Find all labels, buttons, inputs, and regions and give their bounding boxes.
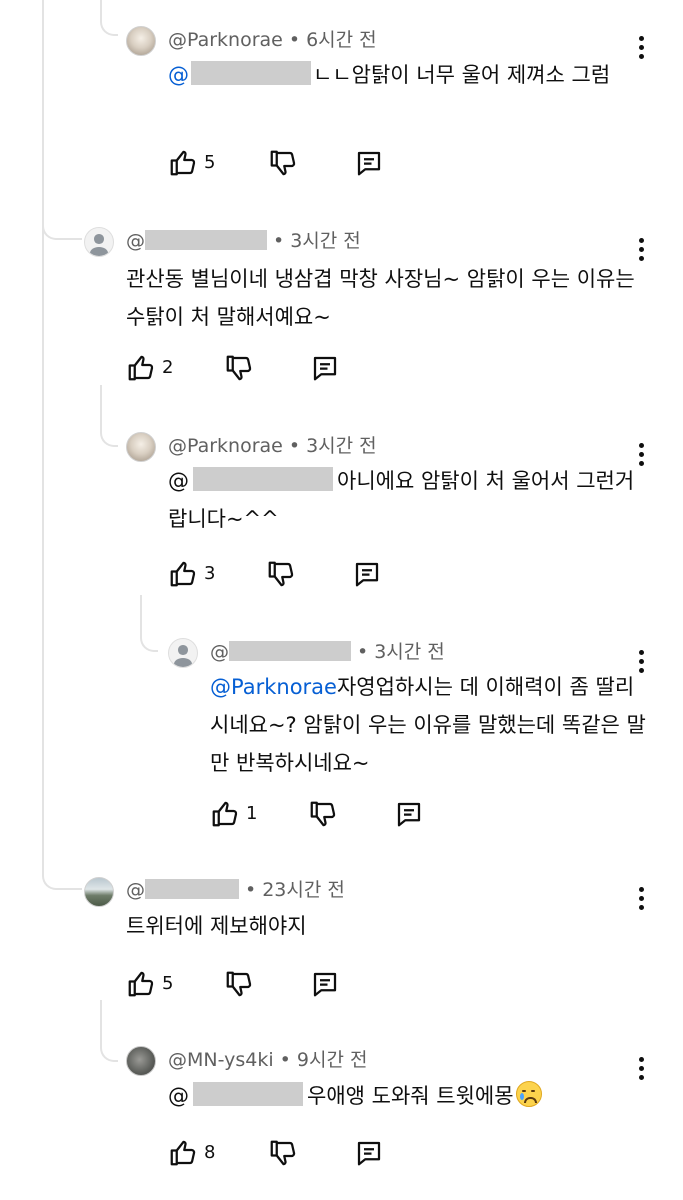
comment-text: @Parknorae자영업하시는 데 이해력이 좀 딸리시네요~? 암탉이 우는… [210,668,650,782]
like-count: 5 [204,152,216,173]
like-icon[interactable] [210,799,240,829]
author-handle[interactable]: @ [126,879,145,901]
comment-text: @ 우애앵 도와줘 트윗에몽 [168,1077,638,1115]
mention-link[interactable]: @ [168,469,189,493]
avatar[interactable] [126,26,156,56]
like-icon[interactable] [126,969,156,999]
thread-curve [100,1000,118,1062]
dislike-icon[interactable] [268,148,298,178]
dislike-icon[interactable] [266,559,296,589]
comment-meta: @ • 23시간 전 [126,878,345,902]
timestamp: 9시간 전 [296,1049,368,1071]
comment-body: ㄴㄴ암탉이 너무 울어 제껴소 그럼 [313,63,611,87]
reply-icon[interactable] [310,353,340,383]
mention-link[interactable]: @ [168,1084,189,1108]
meta-separator: • [357,641,369,663]
crying-face-emoji [515,1081,542,1107]
thread-curve [140,595,158,652]
more-vert-icon[interactable] [638,238,644,262]
meta-separator: • [288,435,301,457]
thread-curve [42,860,82,890]
like-count: 3 [204,563,216,584]
thread-curve [100,385,118,447]
author-handle[interactable]: @ [210,641,229,663]
comment-text: @ 아니에요 암탉이 처 울어서 그런거랍니다~^^ [168,462,638,538]
reply-icon[interactable] [354,148,384,178]
dislike-icon[interactable] [224,353,254,383]
reply-icon[interactable] [394,799,424,829]
timestamp: 3시간 전 [306,435,377,457]
comment-text: 트위터에 제보해야지 [126,907,646,945]
reply-icon[interactable] [310,969,340,999]
dislike-icon[interactable] [268,1138,298,1168]
avatar[interactable] [126,1046,156,1076]
comment-meta: @MN-ys4ki • 9시간 전 [168,1048,367,1072]
avatar[interactable] [126,432,156,462]
more-vert-icon[interactable] [638,443,644,467]
comment-actions: 3 [168,559,408,589]
author-handle[interactable]: @ [126,230,145,252]
comment-body: 관산동 별님이네 냉삼겹 막창 사장님~ 암탉이 우는 이유는 수탉이 처 말해… [126,267,635,329]
comment-actions: 2 [126,353,366,383]
comment-body: 트위터에 제보해야지 [126,914,307,938]
comment-actions: 5 [168,148,408,178]
timestamp: 3시간 전 [374,641,445,663]
timestamp: 6시간 전 [306,29,377,51]
reply-icon[interactable] [352,559,382,589]
thread-line-main [42,0,44,870]
comment-meta: @Parknorae • 3시간 전 [168,434,377,458]
comment-text: @ ㄴㄴ암탉이 너무 울어 제껴소 그럼 [168,56,638,94]
like-icon[interactable] [168,559,198,589]
meta-separator: • [288,29,301,51]
mention-link[interactable]: @ [168,63,189,87]
like-count: 5 [162,973,174,994]
timestamp: 23시간 전 [262,879,345,901]
like-count: 1 [246,803,258,824]
reply-icon[interactable] [354,1138,384,1168]
redacted-username [193,1082,303,1106]
like-icon[interactable] [126,353,156,383]
like-count: 2 [162,357,174,378]
comment-meta: @ • 3시간 전 [210,640,445,664]
timestamp: 3시간 전 [290,230,361,252]
dislike-icon[interactable] [224,969,254,999]
meta-separator: • [273,230,285,252]
meta-separator: • [279,1049,291,1071]
author-handle[interactable]: @Parknorae [168,435,283,457]
redacted-username [191,61,311,85]
avatar[interactable] [168,638,198,668]
more-vert-icon[interactable] [638,36,644,60]
dislike-icon[interactable] [308,799,338,829]
mention-link[interactable]: @Parknorae [210,675,337,699]
redacted-username [193,467,333,491]
thread-curve [100,0,118,36]
comment-meta: @Parknorae • 6시간 전 [168,28,377,52]
comment-body: 우애앵 도와줘 트윗에몽 [307,1084,514,1108]
redacted-username [145,879,239,899]
avatar[interactable] [84,877,114,907]
author-handle[interactable]: @MN-ys4ki [168,1049,274,1071]
comment-actions: 8 [168,1138,408,1168]
meta-separator: • [245,879,257,901]
like-icon[interactable] [168,148,198,178]
like-count: 8 [204,1142,216,1163]
comment-meta: @ • 3시간 전 [126,229,361,253]
more-vert-icon[interactable] [638,1057,644,1081]
comment-actions: 1 [210,799,450,829]
thread-curve [42,198,82,240]
comment-actions: 5 [126,969,366,999]
author-handle[interactable]: @Parknorae [168,29,283,51]
redacted-username [145,230,267,250]
like-icon[interactable] [168,1138,198,1168]
avatar[interactable] [84,227,114,257]
redacted-username [229,641,351,661]
comment-text: 관산동 별님이네 냉삼겹 막창 사장님~ 암탉이 우는 이유는 수탉이 처 말해… [126,260,646,336]
